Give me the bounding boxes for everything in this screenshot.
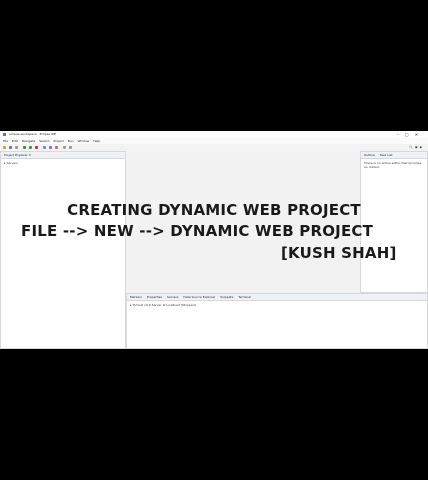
tab-markers[interactable]: Markers — [130, 295, 142, 299]
run-icon[interactable] — [29, 146, 32, 149]
eclipse-ide-window: eclipse-workspace - Eclipse IDE –▢✕ File… — [0, 131, 428, 349]
window-title: eclipse-workspace - Eclipse IDE — [9, 132, 57, 136]
server-icon[interactable] — [43, 146, 46, 149]
outline-tabs: Outline Task List — [361, 152, 427, 159]
eclipse-app-icon — [3, 133, 6, 136]
project-explorer-tab-label: Project Explorer — [4, 153, 28, 157]
tab-task-list[interactable]: Task List — [380, 153, 393, 157]
menu-edit[interactable]: Edit — [12, 139, 18, 143]
menu-search[interactable]: Search — [39, 139, 49, 143]
overlay-caption-line-2: FILE --> NEW --> DYNAMIC WEB PROJECT — [21, 222, 374, 240]
tab-data-source-explorer[interactable]: Data Source Explorer — [183, 295, 215, 299]
perspective-switcher[interactable]: 🔍▣◆ — [409, 145, 424, 149]
stop-icon[interactable] — [35, 146, 38, 149]
menu-help[interactable]: Help — [93, 139, 100, 143]
bottom-panel-tabs: Markers Properties Servers Data Source E… — [127, 294, 427, 301]
save-icon[interactable] — [9, 146, 12, 149]
overlay-caption-line-1: CREATING DYNAMIC WEB PROJECT — [67, 201, 361, 219]
tab-outline[interactable]: Outline — [364, 153, 375, 157]
tab-terminal[interactable]: Terminal — [238, 295, 251, 299]
bottom-panel: Markers Properties Servers Data Source E… — [126, 293, 428, 349]
tab-properties[interactable]: Properties — [147, 295, 162, 299]
menu-window[interactable]: Window — [77, 139, 89, 143]
window-controls[interactable]: –▢✕ — [397, 131, 424, 138]
tab-snippets[interactable]: Snippets — [220, 295, 233, 299]
outline-message: There is no active editor that provides … — [364, 161, 422, 169]
project-explorer-tab[interactable]: Project Explorer ✕ — [1, 152, 125, 159]
menu-project[interactable]: Project — [54, 139, 64, 143]
project-explorer-pane: Project Explorer ✕ ▸ Servers — [0, 151, 126, 349]
search-icon[interactable] — [55, 146, 58, 149]
server-row-label: Tomcat v9.0 Server at localhost [Stopped… — [132, 303, 196, 307]
menu-run[interactable]: Run — [68, 139, 74, 143]
menu-navigate[interactable]: Navigate — [22, 139, 35, 143]
open-type-icon[interactable] — [49, 146, 52, 149]
tree-item-servers[interactable]: ▸ Servers — [4, 161, 122, 165]
overlay-caption-line-3: [KUSH SHAH] — [281, 244, 397, 262]
tab-servers[interactable]: Servers — [167, 295, 178, 299]
new-icon[interactable] — [3, 146, 6, 149]
menu-file[interactable]: File — [3, 139, 8, 143]
forward-icon[interactable] — [69, 146, 72, 149]
tree-item-label: Servers — [6, 161, 18, 165]
server-row[interactable]: ▸ Tomcat v9.0 Server at localhost [Stopp… — [130, 303, 424, 307]
debug-icon[interactable] — [23, 146, 26, 149]
print-icon[interactable] — [15, 146, 18, 149]
back-icon[interactable] — [63, 146, 66, 149]
